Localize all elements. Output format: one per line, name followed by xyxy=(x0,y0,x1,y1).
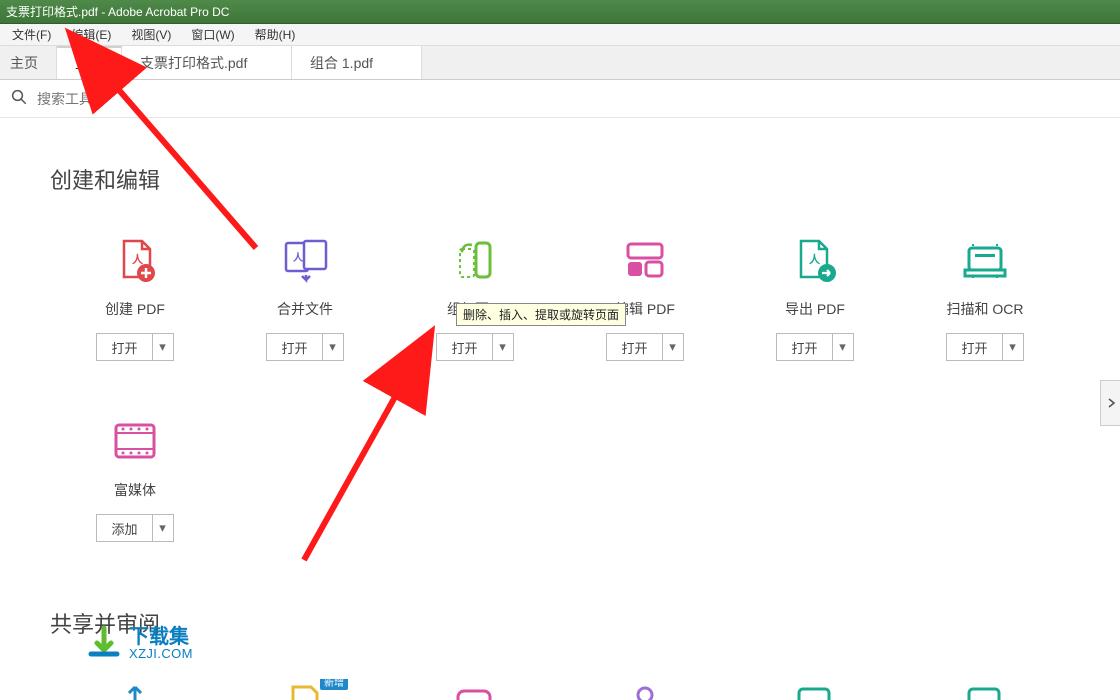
tab-home[interactable]: 主页 xyxy=(0,46,57,79)
tool-scan-ocr[interactable]: 扫描和 OCR 打开 ▾ xyxy=(900,235,1070,361)
tool-create-pdf[interactable]: 人 创建 PDF 打开 ▾ xyxy=(50,235,220,361)
tool-share-partial-1[interactable] xyxy=(50,679,220,700)
tab-doc-1[interactable]: 支票打印格式.pdf xyxy=(122,46,292,79)
open-button[interactable]: 打开 ▾ xyxy=(436,333,513,361)
svg-text:人: 人 xyxy=(293,251,304,264)
organize-pages-icon xyxy=(390,235,560,285)
stamp-icon xyxy=(390,679,560,700)
tab-strip: 主页 工具 支票打印格式.pdf 组合 1.pdf xyxy=(0,46,1120,80)
open-button[interactable]: 打开 ▾ xyxy=(266,333,343,361)
menu-window[interactable]: 窗口(W) xyxy=(181,24,244,45)
open-button[interactable]: 打开 ▾ xyxy=(96,333,173,361)
tool-rich-media[interactable]: 富媒体 添加 ▾ xyxy=(50,416,220,542)
search-input[interactable] xyxy=(37,91,337,107)
scan-ocr-icon xyxy=(900,235,1070,285)
tool-label: 富媒体 xyxy=(50,480,220,500)
open-button[interactable]: 打开 ▾ xyxy=(776,333,853,361)
window-title: 支票打印格式.pdf - Adobe Acrobat Pro DC xyxy=(6,3,229,20)
menu-bar: 文件(F) 编辑(E) 视图(V) 窗口(W) 帮助(H) xyxy=(0,24,1120,46)
tool-grid-create-edit: 人 创建 PDF 打开 ▾ 人 合并 xyxy=(50,235,1070,597)
menu-help[interactable]: 帮助(H) xyxy=(245,24,306,45)
tool-share-partial-5[interactable] xyxy=(730,679,900,700)
chevron-down-icon[interactable]: ▾ xyxy=(493,334,513,360)
tool-share-partial-3[interactable] xyxy=(390,679,560,700)
menu-view[interactable]: 视图(V) xyxy=(121,24,181,45)
tool-label: 扫描和 OCR xyxy=(900,299,1070,319)
tools-panel: 创建和编辑 人 创建 PDF 打开 ▾ xyxy=(0,118,1120,700)
menu-file[interactable]: 文件(F) xyxy=(2,24,61,45)
tool-label: 合并文件 xyxy=(220,299,390,319)
svg-text:人: 人 xyxy=(132,252,144,266)
tool-share-partial-4[interactable] xyxy=(560,679,730,700)
open-button[interactable]: 打开 ▾ xyxy=(946,333,1023,361)
chevron-down-icon[interactable]: ▾ xyxy=(153,515,173,541)
tool-combine-files[interactable]: 人 合并文件 打开 ▾ xyxy=(220,235,390,361)
menu-edit[interactable]: 编辑(E) xyxy=(61,24,121,45)
tool-share-partial-2[interactable]: 新增 xyxy=(220,679,390,700)
chevron-down-icon[interactable]: ▾ xyxy=(323,334,343,360)
create-pdf-icon: 人 xyxy=(50,235,220,285)
tab-tools[interactable]: 工具 xyxy=(57,46,122,79)
share-icon xyxy=(50,679,220,700)
section-create-edit-title: 创建和编辑 xyxy=(50,163,1120,195)
tool-organize-pages[interactable]: 组织页面 打开 ▾ 删除、插入、提取或旋转页面 xyxy=(390,235,560,361)
combine-files-icon: 人 xyxy=(220,235,390,285)
rich-media-icon xyxy=(50,416,220,466)
tool-grid-share-review: 新增 xyxy=(50,679,1070,700)
tool-label: 导出 PDF xyxy=(730,299,900,319)
new-badge: 新增 xyxy=(320,679,348,690)
tool-edit-pdf[interactable]: 编辑 PDF 打开 ▾ xyxy=(560,235,730,361)
window-titlebar: 支票打印格式.pdf - Adobe Acrobat Pro DC xyxy=(0,0,1120,24)
chevron-down-icon[interactable]: ▾ xyxy=(663,334,683,360)
tool-export-pdf[interactable]: 人 导出 PDF 打开 ▾ xyxy=(730,235,900,361)
generic-icon xyxy=(900,679,1070,700)
tab-doc-2[interactable]: 组合 1.pdf xyxy=(292,46,422,79)
section-share-review-title: 共享并审阅 xyxy=(50,607,1120,639)
chevron-down-icon[interactable]: ▾ xyxy=(1003,334,1023,360)
person-icon xyxy=(560,679,730,700)
open-button[interactable]: 打开 ▾ xyxy=(606,333,683,361)
svg-text:人: 人 xyxy=(809,252,821,266)
generic-icon xyxy=(730,679,900,700)
chevron-down-icon[interactable]: ▾ xyxy=(153,334,173,360)
side-panel-toggle[interactable] xyxy=(1100,380,1120,426)
edit-pdf-icon xyxy=(560,235,730,285)
export-pdf-icon: 人 xyxy=(730,235,900,285)
search-icon xyxy=(10,88,28,109)
tooltip-organize: 删除、插入、提取或旋转页面 xyxy=(456,303,626,326)
add-button[interactable]: 添加 ▾ xyxy=(96,514,173,542)
chevron-down-icon[interactable]: ▾ xyxy=(833,334,853,360)
tools-search-bar xyxy=(0,80,1120,118)
tool-label: 创建 PDF xyxy=(50,299,220,319)
tool-share-partial-6[interactable] xyxy=(900,679,1070,700)
document-icon xyxy=(220,679,390,700)
